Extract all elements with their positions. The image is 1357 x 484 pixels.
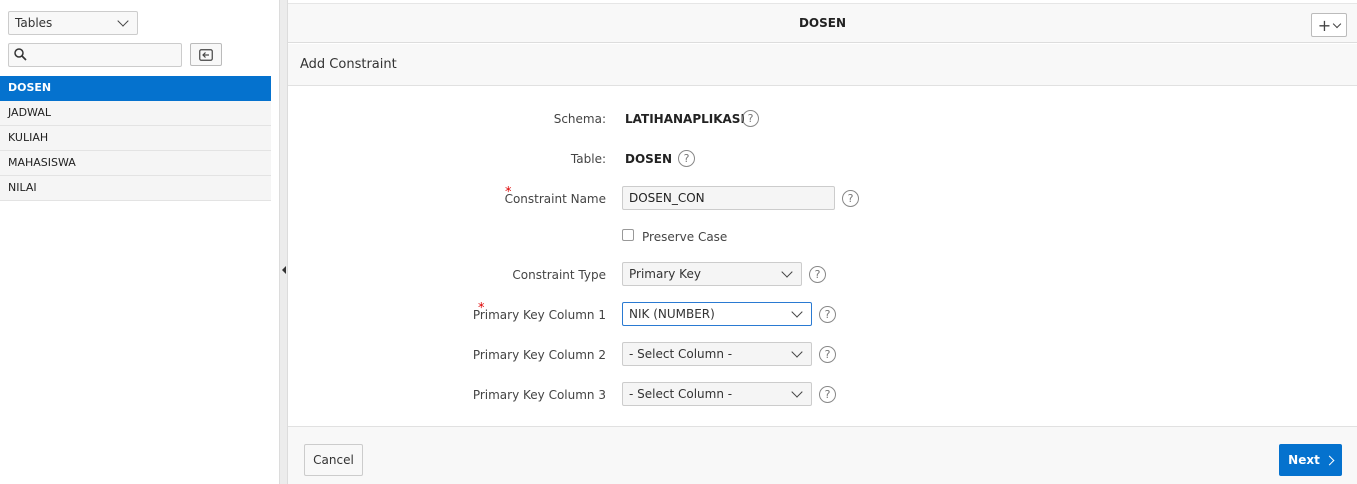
table-list-item-mahasiswa[interactable]: MAHASISWA [0, 151, 271, 176]
table-list-item-kuliah[interactable]: KULIAH [0, 126, 271, 151]
table-label: Table: [570, 152, 606, 166]
next-label: Next [1288, 453, 1320, 467]
chevron-down-icon [781, 266, 793, 278]
pk-column-1-value: NIK (NUMBER) [629, 307, 715, 321]
search-input[interactable] [33, 46, 177, 64]
pk-column-2-label: Primary Key Column 2 [472, 348, 606, 362]
search-icon [14, 48, 27, 61]
cancel-button[interactable]: Cancel [304, 444, 363, 476]
object-header: DOSEN + [288, 3, 1357, 43]
pk-column-3-select[interactable]: - Select Column - [622, 382, 812, 406]
chevron-right-icon [1324, 455, 1335, 465]
pk-column-2-help-icon[interactable]: ? [819, 346, 836, 363]
sidebar: Tables DOSEN JADWAL KULIAH MAHASISWA NIL… [0, 0, 279, 484]
constraint-name-help-icon[interactable]: ? [842, 190, 859, 207]
pk-column-3-help-icon[interactable]: ? [819, 386, 836, 403]
collapse-left-icon [199, 48, 213, 61]
dialog-title: Add Constraint [300, 57, 397, 72]
pk-column-3-value: - Select Column - [629, 387, 733, 401]
chevron-down-icon [791, 346, 803, 358]
chevron-down-icon [1332, 19, 1342, 28]
constraint-type-value: Primary Key [629, 267, 701, 281]
pk-column-1-select[interactable]: NIK (NUMBER) [622, 302, 812, 326]
pk-column-1-label: Primary Key Column 1 [472, 308, 606, 322]
schema-help-icon[interactable]: ? [742, 110, 759, 127]
plus-icon: + [1317, 15, 1332, 35]
chevron-down-icon [791, 386, 803, 398]
schema-label: Schema: [553, 112, 606, 126]
pk-column-3-label: Primary Key Column 3 [472, 388, 606, 402]
collapse-button[interactable] [190, 43, 222, 66]
constraint-type-select[interactable]: Primary Key [622, 262, 802, 286]
pk-column-1-help-icon[interactable]: ? [819, 306, 836, 323]
table-list-item-jadwal[interactable]: JADWAL [0, 101, 271, 126]
dialog-footer: Cancel Next [288, 426, 1357, 484]
constraint-type-label: Constraint Type [512, 268, 606, 282]
add-menu-button[interactable]: + [1311, 13, 1347, 37]
table-value: DOSEN [625, 152, 673, 166]
object-title: DOSEN [798, 16, 847, 30]
main-panel: DOSEN + Add Constraint Schema: LATIHANAP… [288, 0, 1357, 484]
table-help-icon[interactable]: ? [678, 150, 695, 167]
next-button[interactable]: Next [1279, 444, 1342, 476]
constraint-name-label: Constraint Name [504, 192, 606, 206]
schema-value: LATIHANAPLIKASI [625, 112, 745, 126]
dialog-header: Add Constraint [288, 44, 1357, 86]
object-type-select[interactable]: Tables [8, 11, 138, 35]
collapse-arrow-icon[interactable] [282, 266, 286, 274]
constraint-name-field[interactable] [622, 186, 835, 210]
pk-column-2-value: - Select Column - [629, 347, 733, 361]
chevron-down-icon [117, 15, 129, 27]
preserve-case-label: Preserve Case [642, 230, 728, 244]
table-list-item-dosen[interactable]: DOSEN [0, 76, 271, 101]
pk-column-2-select[interactable]: - Select Column - [622, 342, 812, 366]
chevron-down-icon [791, 306, 803, 318]
preserve-case-checkbox[interactable] [622, 229, 634, 241]
pane-splitter[interactable] [279, 0, 288, 484]
table-list-item-nilai[interactable]: NILAI [0, 176, 271, 201]
constraint-type-help-icon[interactable]: ? [809, 266, 826, 283]
object-type-value: Tables [15, 16, 53, 30]
table-list: DOSEN JADWAL KULIAH MAHASISWA NILAI [0, 76, 271, 201]
search-box[interactable] [8, 43, 182, 67]
